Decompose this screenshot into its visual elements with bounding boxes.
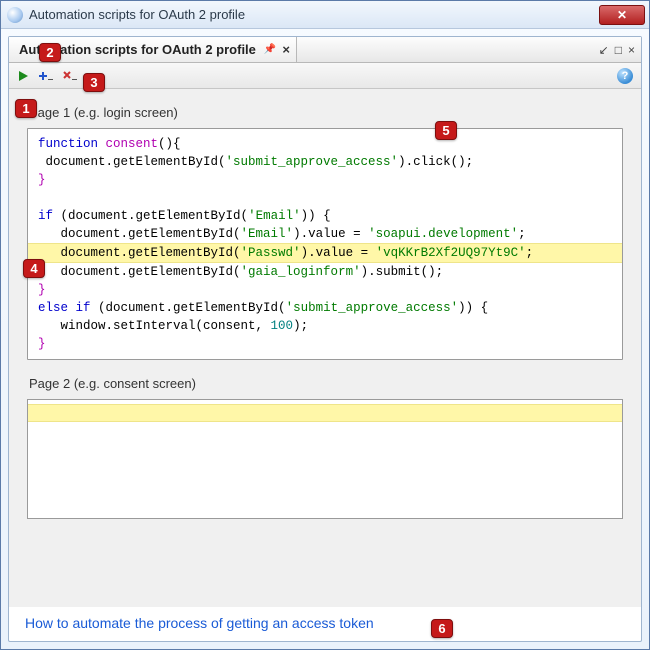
code-token: document.getElementById( [38,265,241,279]
code-token: (document.getElementById( [91,301,286,315]
code-token: 'soapui.development' [368,227,518,241]
code-token: 'gaia_loginform' [241,265,361,279]
code-token: 'submit_approve_access' [286,301,459,315]
run-button[interactable] [17,70,29,82]
code-token: (){ [158,137,181,151]
code-token: } [38,173,46,187]
code-token: document.getElementById( [38,246,241,260]
titlebar[interactable]: Automation scripts for OAuth 2 profile ✕ [1,1,649,29]
page2-code-editor[interactable] [27,399,623,519]
play-icon [17,70,29,82]
page1-section: Page 1 (e.g. login screen) function cons… [27,105,623,360]
window-close-button[interactable]: ✕ [599,5,645,25]
code-token: if [38,209,53,223]
code-token: 'submit_approve_access' [226,155,399,169]
code-token: )) { [458,301,488,315]
code-token: } [38,337,46,351]
highlighted-line: document.getElementById('Passwd').value … [28,243,622,263]
help-link[interactable]: How to automate the process of getting a… [25,615,374,631]
help-button[interactable]: ? [617,68,633,84]
code-token: ).submit(); [361,265,444,279]
add-icon [39,70,53,82]
code-token: (document.getElementById( [53,209,248,223]
code-token: 'Email' [248,209,301,223]
tab-window-controls: ↙ □ × [599,37,641,62]
code-token: ); [293,319,308,333]
code-token: 'vqKKrB2Xf2UQ97Yt9C' [376,246,526,260]
highlighted-line [28,404,622,422]
page1-label: Page 1 (e.g. login screen) [29,105,623,120]
code-token: else if [38,301,91,315]
code-token: 'Email' [241,227,294,241]
application-window: Automation scripts for OAuth 2 profile ✕… [0,0,650,650]
code-token: ; [526,246,534,260]
code-token: function [38,137,98,151]
close-icon[interactable]: × [628,43,635,57]
code-token: window.setInterval(consent, [38,319,271,333]
restore-icon[interactable]: ↙ [599,43,609,57]
toolbar: ? [9,63,641,89]
page1-code-editor[interactable]: function consent(){ document.getElementB… [27,128,623,360]
remove-page-button[interactable] [63,70,77,82]
code-token: ).value = [301,246,376,260]
maximize-icon[interactable]: □ [615,43,622,57]
help-icon: ? [622,70,629,82]
remove-icon [63,70,77,82]
code-token: )) { [301,209,331,223]
inner-panel: Automation scripts for OAuth 2 profile 📌… [8,36,642,642]
add-page-button[interactable] [39,70,53,82]
tab-bar: Automation scripts for OAuth 2 profile 📌… [9,37,641,63]
code-token: ).click(); [398,155,473,169]
code-token: document.getElementById( [38,227,241,241]
tab-close-icon[interactable]: × [282,42,290,57]
window-title: Automation scripts for OAuth 2 profile [29,7,599,22]
close-icon: ✕ [617,8,627,22]
code-token: consent [98,137,158,151]
code-token: 'Passwd' [241,246,301,260]
code-token: ; [518,227,526,241]
code-token: 100 [271,319,294,333]
code-token: ).value = [293,227,368,241]
tab-automation-scripts[interactable]: Automation scripts for OAuth 2 profile 📌… [9,37,297,62]
page2-label: Page 2 (e.g. consent screen) [29,376,623,391]
code-token: document.getElementById( [38,155,226,169]
footer: How to automate the process of getting a… [9,607,641,641]
app-icon [7,7,23,23]
code-token: } [38,283,46,297]
page2-section: Page 2 (e.g. consent screen) [27,376,623,519]
tab-title: Automation scripts for OAuth 2 profile [19,42,256,57]
content-area: Page 1 (e.g. login screen) function cons… [9,89,641,607]
pin-icon[interactable]: 📌 [264,44,276,55]
